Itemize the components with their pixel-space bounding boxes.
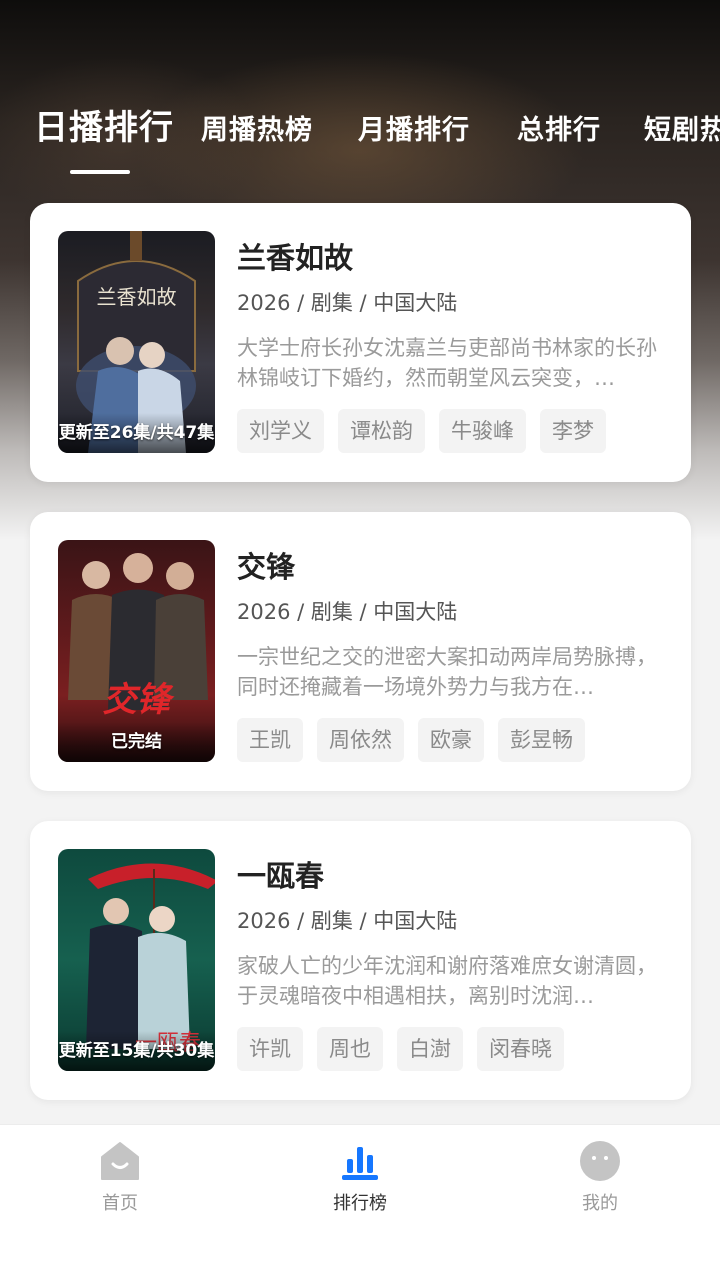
- nav-ranking[interactable]: 排行榜: [300, 1139, 420, 1215]
- cast-tag[interactable]: 欧豪: [418, 718, 484, 762]
- tab-short-drama[interactable]: 短剧热: [644, 103, 720, 159]
- drama-description: 大学士府长孙女沈嘉兰与吏部尚书林家的长孙林锦岐订下婚约，然而朝堂风云突变，…: [237, 336, 657, 390]
- active-tab-indicator: [70, 170, 130, 174]
- poster-title-art: 交锋: [102, 680, 171, 720]
- cast-tag[interactable]: 周依然: [317, 718, 404, 762]
- cast-tags: 刘学义 谭松韵 牛骏峰 李梦: [237, 409, 620, 453]
- cast-tags: 许凯 周也 白澍 闵春晓: [237, 1027, 578, 1071]
- cast-tag[interactable]: 许凯: [237, 1027, 303, 1071]
- cast-tag[interactable]: 牛骏峰: [439, 409, 526, 453]
- profile-icon: [580, 1141, 620, 1181]
- poster-image: 一瓯春 更新至15集/共30集: [58, 849, 215, 1071]
- nav-home-label: 首页: [102, 1193, 138, 1214]
- tab-monthly[interactable]: 月播排行: [358, 103, 470, 159]
- poster-image: 交锋 已完结: [58, 540, 215, 762]
- bottom-navigation: 首页 排行榜 我的: [0, 1124, 720, 1280]
- drama-card[interactable]: 兰香如故 更新至26集/共47集 兰香如故 2026 / 剧集 / 中国大陆 大…: [30, 203, 691, 482]
- episode-status: 更新至26集/共47集: [58, 413, 215, 453]
- nav-profile-label: 我的: [582, 1193, 618, 1214]
- cast-tag[interactable]: 白澍: [397, 1027, 463, 1071]
- nav-home[interactable]: 首页: [60, 1139, 180, 1215]
- drama-title: 交锋: [237, 550, 296, 584]
- home-icon: [101, 1142, 139, 1180]
- cast-tag[interactable]: 刘学义: [237, 409, 324, 453]
- drama-card[interactable]: 一瓯春 更新至15集/共30集 一瓯春 2026 / 剧集 / 中国大陆 家破人…: [30, 821, 691, 1100]
- drama-title: 兰香如故: [237, 241, 354, 275]
- cast-tag[interactable]: 闵春晓: [477, 1027, 564, 1071]
- drama-meta: 2026 / 剧集 / 中国大陆: [237, 291, 458, 315]
- nav-ranking-label: 排行榜: [333, 1193, 387, 1214]
- cast-tag[interactable]: 谭松韵: [338, 409, 425, 453]
- poster-image: 兰香如故 更新至26集/共47集: [58, 231, 215, 453]
- ranking-icon: [342, 1147, 378, 1180]
- cast-tag[interactable]: 李梦: [540, 409, 606, 453]
- ranking-tabs: 日播排行 周播热榜 月播排行 总排行 短剧热: [0, 100, 720, 180]
- tab-daily[interactable]: 日播排行: [34, 100, 174, 156]
- nav-profile[interactable]: 我的: [540, 1139, 660, 1215]
- drama-description: 家破人亡的少年沈润和谢府落难庶女谢清圆，于灵魂暗夜中相遇相扶，离别时沈润…: [237, 954, 657, 1008]
- cast-tag[interactable]: 王凯: [237, 718, 303, 762]
- drama-meta: 2026 / 剧集 / 中国大陆: [237, 909, 458, 933]
- tab-total[interactable]: 总排行: [517, 103, 601, 159]
- drama-meta: 2026 / 剧集 / 中国大陆: [237, 600, 458, 624]
- episode-status: 更新至15集/共30集: [58, 1031, 215, 1071]
- poster-title-art: 兰香如故: [96, 285, 177, 309]
- episode-status: 已完结: [58, 722, 215, 762]
- drama-description: 一宗世纪之交的泄密大案扣动两岸局势脉搏，同时还掩藏着一场境外势力与我方在…: [237, 645, 657, 699]
- cast-tags: 王凯 周依然 欧豪 彭昱畅: [237, 718, 599, 762]
- cast-tag[interactable]: 彭昱畅: [498, 718, 585, 762]
- drama-title: 一瓯春: [237, 859, 325, 893]
- cast-tag[interactable]: 周也: [317, 1027, 383, 1071]
- tab-weekly[interactable]: 周播热榜: [201, 103, 313, 159]
- drama-card[interactable]: 交锋 已完结 交锋 2026 / 剧集 / 中国大陆 一宗世纪之交的泄密大案扣动…: [30, 512, 691, 791]
